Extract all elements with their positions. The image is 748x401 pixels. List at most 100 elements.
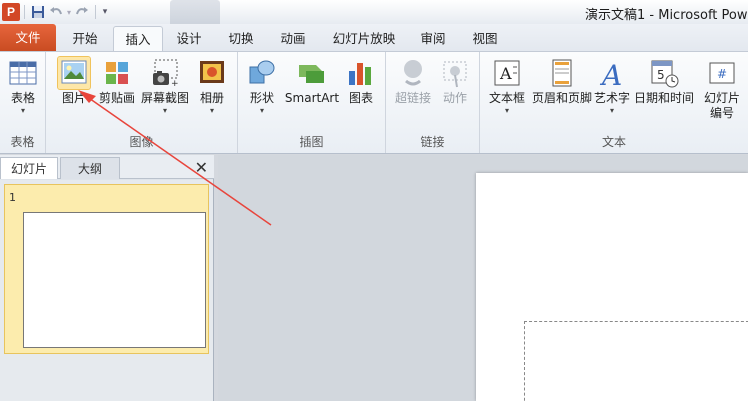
tab-animations[interactable]: 动画 <box>270 26 316 51</box>
panel-tabs: 幻灯片 大纲 ✕ <box>0 155 214 179</box>
photo-album-icon <box>196 57 228 89</box>
picture-button-label: 图片 <box>61 91 86 105</box>
title-placeholder[interactable] <box>524 321 748 401</box>
textbox-icon: A <box>491 57 523 89</box>
clipart-button-label: 剪贴画 <box>98 91 135 105</box>
group-label-table: 表格 <box>10 135 35 149</box>
calendar-clock-icon: 5 <box>648 57 680 89</box>
slide-number: 1 <box>9 191 16 204</box>
clipart-icon <box>101 57 133 89</box>
slide-number-icon: # <box>706 57 738 89</box>
hyperlink-button-label: 超链接 <box>394 91 431 105</box>
group-illustrations: 形状 ▾ SmartArt 图表 插图 <box>238 52 386 153</box>
tab-view[interactable]: 视图 <box>462 26 508 51</box>
redo-icon[interactable] <box>73 3 91 21</box>
hyperlink-icon <box>397 57 429 89</box>
group-links: 超链接 动作 链接 <box>386 52 480 153</box>
tab-slideshow[interactable]: 幻灯片放映 <box>324 26 404 51</box>
photo-album-button[interactable]: 相册 ▾ <box>194 57 230 116</box>
powerpoint-app-icon[interactable]: P <box>2 3 20 21</box>
undo-icon[interactable] <box>47 3 65 21</box>
slide-thumbnail[interactable] <box>23 212 206 348</box>
tab-slides[interactable]: 幻灯片 <box>0 157 58 179</box>
table-icon <box>7 57 39 89</box>
clipart-button[interactable]: 剪贴画 <box>96 57 138 106</box>
save-icon[interactable] <box>29 3 47 21</box>
undo-dropdown-icon[interactable]: ▾ <box>65 3 73 21</box>
screenshot-button-label: 屏幕截图 <box>140 91 189 105</box>
chevron-down-icon: ▾ <box>209 106 214 115</box>
group-label-images: 图像 <box>129 135 154 149</box>
customize-qat-icon[interactable]: ▾ <box>100 3 110 21</box>
wordart-button[interactable]: A 艺术字 ▾ <box>594 57 630 116</box>
tab-outline[interactable]: 大纲 <box>60 157 120 179</box>
svg-text:+: + <box>171 79 179 89</box>
textbox-button-label: 文本框 <box>488 91 525 105</box>
table-button-label: 表格 <box>10 91 35 105</box>
table-button[interactable]: 表格 ▾ <box>4 57 42 116</box>
tab-transitions[interactable]: 切换 <box>218 26 264 51</box>
wordart-button-label: 艺术字 <box>594 91 631 105</box>
textbox-button[interactable]: A 文本框 ▾ <box>484 57 530 116</box>
shapes-icon <box>246 57 278 89</box>
close-icon[interactable]: ✕ <box>195 158 208 177</box>
bar-chart-icon <box>345 57 377 89</box>
window-title: 演示文稿1 - Microsoft Powe <box>585 8 748 23</box>
svg-text:A: A <box>499 64 512 83</box>
group-label-links: 链接 <box>420 135 445 149</box>
slide-canvas-area <box>218 155 748 401</box>
svg-text:#: # <box>717 67 727 81</box>
chart-button-label: 图表 <box>348 91 373 105</box>
title-bar: P ▾ ▾ 演示文稿1 - Microsoft Powe <box>0 0 748 30</box>
photo-album-button-label: 相册 <box>199 91 224 105</box>
slide-number-button[interactable]: # 幻灯片 编号 <box>698 57 746 121</box>
ribbon-insert: 表格 ▾ 表格 图片 剪贴画 + 屏幕截图 ▾ 相册 ▾ 图像 形状 ▾ Sma… <box>0 51 748 154</box>
wordart-icon: A <box>596 57 628 92</box>
smartart-button[interactable]: SmartArt <box>284 57 340 106</box>
group-text: A 文本框 ▾ 页眉和页脚 A 艺术字 ▾ 5 日期和时间 # 幻灯片 编号 文… <box>480 52 748 153</box>
chevron-down-icon: ▾ <box>162 106 167 115</box>
smartart-icon <box>296 57 328 89</box>
tab-design[interactable]: 设计 <box>166 26 212 51</box>
tab-insert[interactable]: 插入 <box>113 26 163 51</box>
header-footer-button[interactable]: 页眉和页脚 <box>530 57 594 106</box>
shapes-button[interactable]: 形状 ▾ <box>244 57 280 116</box>
slides-panel: 幻灯片 大纲 ✕ 1 <box>0 155 214 401</box>
screenshot-button[interactable]: + 屏幕截图 ▾ <box>140 57 190 116</box>
tab-review[interactable]: 审阅 <box>410 26 456 51</box>
date-time-button[interactable]: 5 日期和时间 <box>632 57 696 106</box>
action-icon <box>439 57 471 89</box>
slide-number-button-label-line2: 编号 <box>709 106 734 120</box>
header-footer-icon <box>546 57 578 89</box>
group-table: 表格 ▾ 表格 <box>0 52 46 153</box>
ribbon-tabs: 文件 开始 插入 设计 切换 动画 幻灯片放映 审阅 视图 <box>0 24 748 51</box>
hyperlink-button[interactable]: 超链接 <box>392 57 434 106</box>
action-button-label: 动作 <box>442 91 467 105</box>
chevron-down-icon: ▾ <box>20 106 25 115</box>
slide-thumbnail-list: 1 <box>0 180 213 401</box>
quick-access-toolbar: P ▾ ▾ <box>2 3 110 21</box>
picture-button[interactable]: 图片 <box>56 56 92 106</box>
svg-text:5: 5 <box>657 68 665 82</box>
chevron-down-icon: ▾ <box>259 106 264 115</box>
qat-separator <box>95 5 96 19</box>
header-footer-button-label: 页眉和页脚 <box>531 91 592 105</box>
svg-text:A: A <box>599 59 622 89</box>
shapes-button-label: 形状 <box>249 91 274 105</box>
chevron-down-icon: ▾ <box>609 106 614 115</box>
smartart-button-label: SmartArt <box>284 91 340 105</box>
group-images: 图片 剪贴画 + 屏幕截图 ▾ 相册 ▾ 图像 <box>46 52 238 153</box>
date-time-button-label: 日期和时间 <box>633 91 694 105</box>
slide-number-button-label: 幻灯片 <box>703 91 740 105</box>
chevron-down-icon: ▾ <box>504 106 509 115</box>
screenshot-icon: + <box>149 57 181 89</box>
tab-file[interactable]: 文件 <box>0 24 56 51</box>
slide-canvas[interactable] <box>476 173 748 401</box>
group-label-text: 文本 <box>601 135 626 149</box>
qat-separator <box>24 5 25 19</box>
tab-home[interactable]: 开始 <box>58 26 112 51</box>
chart-button[interactable]: 图表 <box>342 57 380 106</box>
action-button[interactable]: 动作 <box>436 57 474 106</box>
group-label-illustrations: 插图 <box>299 135 324 149</box>
picture-icon <box>57 56 91 90</box>
